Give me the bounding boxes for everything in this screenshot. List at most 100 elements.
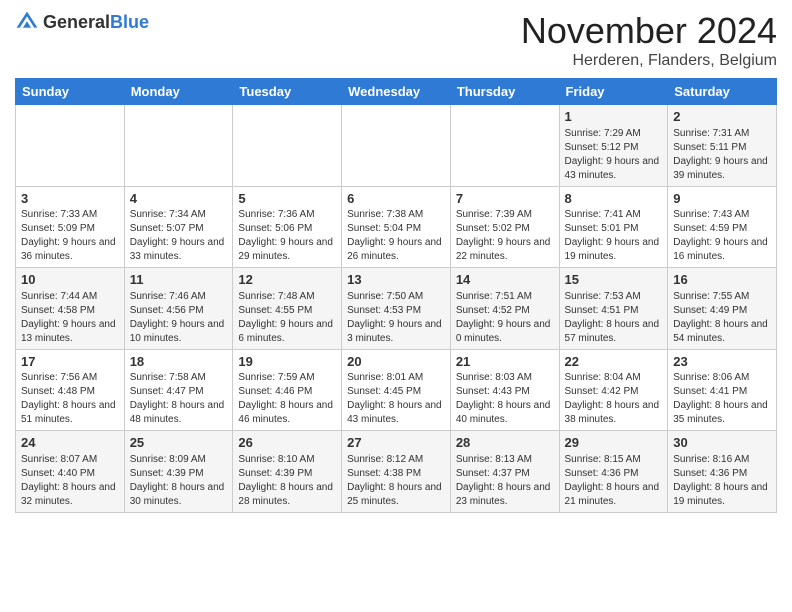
week-row-3: 10Sunrise: 7:44 AM Sunset: 4:58 PM Dayli…: [16, 268, 777, 350]
logo-text: GeneralBlue: [43, 12, 149, 33]
calendar-cell: 26Sunrise: 8:10 AM Sunset: 4:39 PM Dayli…: [233, 431, 342, 513]
day-number: 30: [673, 434, 771, 452]
calendar-cell: 18Sunrise: 7:58 AM Sunset: 4:47 PM Dayli…: [124, 349, 233, 431]
day-info: Sunrise: 8:12 AM Sunset: 4:38 PM Dayligh…: [347, 453, 445, 509]
calendar-cell: [124, 105, 233, 187]
day-info: Sunrise: 8:10 AM Sunset: 4:39 PM Dayligh…: [238, 453, 336, 509]
day-number: 10: [21, 271, 119, 289]
day-number: 9: [673, 190, 771, 208]
day-number: 26: [238, 434, 336, 452]
calendar-cell: 16Sunrise: 7:55 AM Sunset: 4:49 PM Dayli…: [668, 268, 777, 350]
day-info: Sunrise: 8:15 AM Sunset: 4:36 PM Dayligh…: [565, 453, 663, 509]
col-sunday: Sunday: [16, 79, 125, 105]
day-info: Sunrise: 7:43 AM Sunset: 4:59 PM Dayligh…: [673, 208, 771, 264]
calendar-cell: 23Sunrise: 8:06 AM Sunset: 4:41 PM Dayli…: [668, 349, 777, 431]
month-title: November 2024: [521, 10, 777, 52]
calendar-cell: 15Sunrise: 7:53 AM Sunset: 4:51 PM Dayli…: [559, 268, 668, 350]
day-info: Sunrise: 7:36 AM Sunset: 5:06 PM Dayligh…: [238, 208, 336, 264]
calendar-cell: 1Sunrise: 7:29 AM Sunset: 5:12 PM Daylig…: [559, 105, 668, 187]
day-number: 13: [347, 271, 445, 289]
calendar-table: Sunday Monday Tuesday Wednesday Thursday…: [15, 78, 777, 513]
col-monday: Monday: [124, 79, 233, 105]
day-info: Sunrise: 7:51 AM Sunset: 4:52 PM Dayligh…: [456, 290, 554, 346]
calendar-cell: 25Sunrise: 8:09 AM Sunset: 4:39 PM Dayli…: [124, 431, 233, 513]
col-saturday: Saturday: [668, 79, 777, 105]
page-container: GeneralBlue November 2024 Herderen, Flan…: [0, 0, 792, 518]
title-area: November 2024 Herderen, Flanders, Belgiu…: [521, 10, 777, 70]
day-info: Sunrise: 7:44 AM Sunset: 4:58 PM Dayligh…: [21, 290, 119, 346]
day-info: Sunrise: 7:48 AM Sunset: 4:55 PM Dayligh…: [238, 290, 336, 346]
calendar-cell: 14Sunrise: 7:51 AM Sunset: 4:52 PM Dayli…: [450, 268, 559, 350]
calendar-cell: 2Sunrise: 7:31 AM Sunset: 5:11 PM Daylig…: [668, 105, 777, 187]
calendar-cell: 24Sunrise: 8:07 AM Sunset: 4:40 PM Dayli…: [16, 431, 125, 513]
calendar-cell: [342, 105, 451, 187]
day-info: Sunrise: 7:41 AM Sunset: 5:01 PM Dayligh…: [565, 208, 663, 264]
day-number: 25: [130, 434, 228, 452]
day-number: 1: [565, 108, 663, 126]
day-number: 22: [565, 353, 663, 371]
col-wednesday: Wednesday: [342, 79, 451, 105]
calendar-cell: 13Sunrise: 7:50 AM Sunset: 4:53 PM Dayli…: [342, 268, 451, 350]
day-number: 17: [21, 353, 119, 371]
day-number: 7: [456, 190, 554, 208]
day-number: 4: [130, 190, 228, 208]
day-info: Sunrise: 7:59 AM Sunset: 4:46 PM Dayligh…: [238, 371, 336, 427]
day-number: 20: [347, 353, 445, 371]
day-number: 5: [238, 190, 336, 208]
calendar-cell: 4Sunrise: 7:34 AM Sunset: 5:07 PM Daylig…: [124, 186, 233, 268]
day-number: 3: [21, 190, 119, 208]
day-info: Sunrise: 7:29 AM Sunset: 5:12 PM Dayligh…: [565, 127, 663, 183]
calendar-cell: 6Sunrise: 7:38 AM Sunset: 5:04 PM Daylig…: [342, 186, 451, 268]
week-row-2: 3Sunrise: 7:33 AM Sunset: 5:09 PM Daylig…: [16, 186, 777, 268]
calendar-cell: [233, 105, 342, 187]
day-info: Sunrise: 7:56 AM Sunset: 4:48 PM Dayligh…: [21, 371, 119, 427]
day-number: 11: [130, 271, 228, 289]
day-info: Sunrise: 7:31 AM Sunset: 5:11 PM Dayligh…: [673, 127, 771, 183]
calendar-cell: 8Sunrise: 7:41 AM Sunset: 5:01 PM Daylig…: [559, 186, 668, 268]
calendar-cell: [450, 105, 559, 187]
calendar-cell: [16, 105, 125, 187]
day-info: Sunrise: 7:50 AM Sunset: 4:53 PM Dayligh…: [347, 290, 445, 346]
day-number: 18: [130, 353, 228, 371]
day-info: Sunrise: 8:13 AM Sunset: 4:37 PM Dayligh…: [456, 453, 554, 509]
calendar-cell: 22Sunrise: 8:04 AM Sunset: 4:42 PM Dayli…: [559, 349, 668, 431]
day-info: Sunrise: 7:39 AM Sunset: 5:02 PM Dayligh…: [456, 208, 554, 264]
day-number: 27: [347, 434, 445, 452]
location-subtitle: Herderen, Flanders, Belgium: [521, 52, 777, 70]
day-info: Sunrise: 7:33 AM Sunset: 5:09 PM Dayligh…: [21, 208, 119, 264]
logo: GeneralBlue: [15, 10, 149, 34]
day-info: Sunrise: 8:07 AM Sunset: 4:40 PM Dayligh…: [21, 453, 119, 509]
day-number: 21: [456, 353, 554, 371]
calendar-cell: 3Sunrise: 7:33 AM Sunset: 5:09 PM Daylig…: [16, 186, 125, 268]
day-number: 14: [456, 271, 554, 289]
week-row-4: 17Sunrise: 7:56 AM Sunset: 4:48 PM Dayli…: [16, 349, 777, 431]
calendar-cell: 29Sunrise: 8:15 AM Sunset: 4:36 PM Dayli…: [559, 431, 668, 513]
calendar-cell: 27Sunrise: 8:12 AM Sunset: 4:38 PM Dayli…: [342, 431, 451, 513]
calendar-cell: 28Sunrise: 8:13 AM Sunset: 4:37 PM Dayli…: [450, 431, 559, 513]
day-number: 28: [456, 434, 554, 452]
day-info: Sunrise: 7:38 AM Sunset: 5:04 PM Dayligh…: [347, 208, 445, 264]
calendar-cell: 17Sunrise: 7:56 AM Sunset: 4:48 PM Dayli…: [16, 349, 125, 431]
calendar-cell: 10Sunrise: 7:44 AM Sunset: 4:58 PM Dayli…: [16, 268, 125, 350]
day-number: 8: [565, 190, 663, 208]
day-info: Sunrise: 8:01 AM Sunset: 4:45 PM Dayligh…: [347, 371, 445, 427]
day-number: 15: [565, 271, 663, 289]
calendar-cell: 12Sunrise: 7:48 AM Sunset: 4:55 PM Dayli…: [233, 268, 342, 350]
day-info: Sunrise: 8:06 AM Sunset: 4:41 PM Dayligh…: [673, 371, 771, 427]
week-row-5: 24Sunrise: 8:07 AM Sunset: 4:40 PM Dayli…: [16, 431, 777, 513]
day-number: 12: [238, 271, 336, 289]
day-info: Sunrise: 8:16 AM Sunset: 4:36 PM Dayligh…: [673, 453, 771, 509]
day-info: Sunrise: 8:04 AM Sunset: 4:42 PM Dayligh…: [565, 371, 663, 427]
header: GeneralBlue November 2024 Herderen, Flan…: [15, 10, 777, 70]
col-thursday: Thursday: [450, 79, 559, 105]
calendar-header-row: Sunday Monday Tuesday Wednesday Thursday…: [16, 79, 777, 105]
day-info: Sunrise: 7:34 AM Sunset: 5:07 PM Dayligh…: [130, 208, 228, 264]
day-info: Sunrise: 8:03 AM Sunset: 4:43 PM Dayligh…: [456, 371, 554, 427]
calendar-cell: 7Sunrise: 7:39 AM Sunset: 5:02 PM Daylig…: [450, 186, 559, 268]
calendar-cell: 30Sunrise: 8:16 AM Sunset: 4:36 PM Dayli…: [668, 431, 777, 513]
day-number: 16: [673, 271, 771, 289]
calendar-cell: 5Sunrise: 7:36 AM Sunset: 5:06 PM Daylig…: [233, 186, 342, 268]
calendar-cell: 19Sunrise: 7:59 AM Sunset: 4:46 PM Dayli…: [233, 349, 342, 431]
day-info: Sunrise: 7:55 AM Sunset: 4:49 PM Dayligh…: [673, 290, 771, 346]
day-info: Sunrise: 8:09 AM Sunset: 4:39 PM Dayligh…: [130, 453, 228, 509]
